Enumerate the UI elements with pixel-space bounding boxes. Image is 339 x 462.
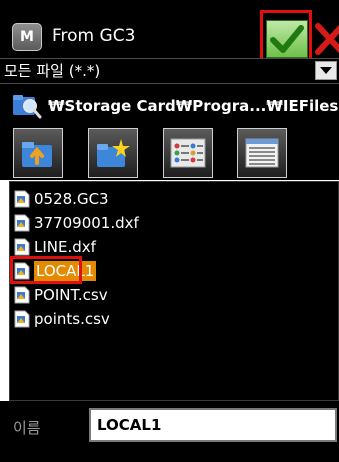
file-name-input[interactable]: [89, 408, 337, 442]
folder-up-button[interactable]: [13, 128, 63, 178]
folder-up-icon: [22, 142, 52, 167]
file-name: LINE.dxf: [34, 237, 96, 256]
list-item[interactable]: LINE.dxf: [14, 236, 96, 257]
app-icon-letter: M: [20, 29, 34, 45]
file-icon: [14, 286, 30, 303]
file-name: points.csv: [34, 309, 110, 328]
file-name: POINT.csv: [34, 285, 108, 304]
dropdown-arrow-icon[interactable]: [315, 61, 337, 80]
current-path: ₩Storage Card₩Progra...₩IEFiles: [48, 97, 339, 115]
list-item[interactable]: 0528.GC3: [14, 188, 109, 209]
list-view-icon: [170, 138, 206, 168]
file-name: 0528.GC3: [34, 189, 109, 208]
app-icon: M: [12, 23, 42, 51]
list-item[interactable]: POINT.csv: [14, 284, 108, 305]
ok-button-highlight: [260, 10, 312, 62]
file-icon: [14, 238, 30, 255]
list-item[interactable]: 37709001.dxf: [14, 212, 139, 233]
new-folder-button[interactable]: [88, 128, 138, 178]
window-title: From GC3: [52, 26, 136, 46]
list-item[interactable]: points.csv: [14, 308, 110, 329]
folder-search-icon: [12, 93, 42, 119]
file-type-filter-value: 모든 파일 (*.*): [4, 62, 101, 80]
list-view-button[interactable]: [163, 128, 213, 178]
close-icon: [315, 23, 339, 55]
name-label: 이름: [13, 419, 41, 437]
file-icon: [14, 310, 30, 327]
selection-highlight: [10, 256, 82, 284]
cancel-button[interactable]: [312, 20, 339, 58]
file-name: 37709001.dxf: [34, 213, 139, 232]
file-icon: [14, 214, 30, 231]
file-icon: [14, 190, 30, 207]
details-view-button[interactable]: [237, 128, 287, 178]
details-view-icon: [245, 138, 279, 168]
new-folder-icon: [97, 139, 130, 167]
